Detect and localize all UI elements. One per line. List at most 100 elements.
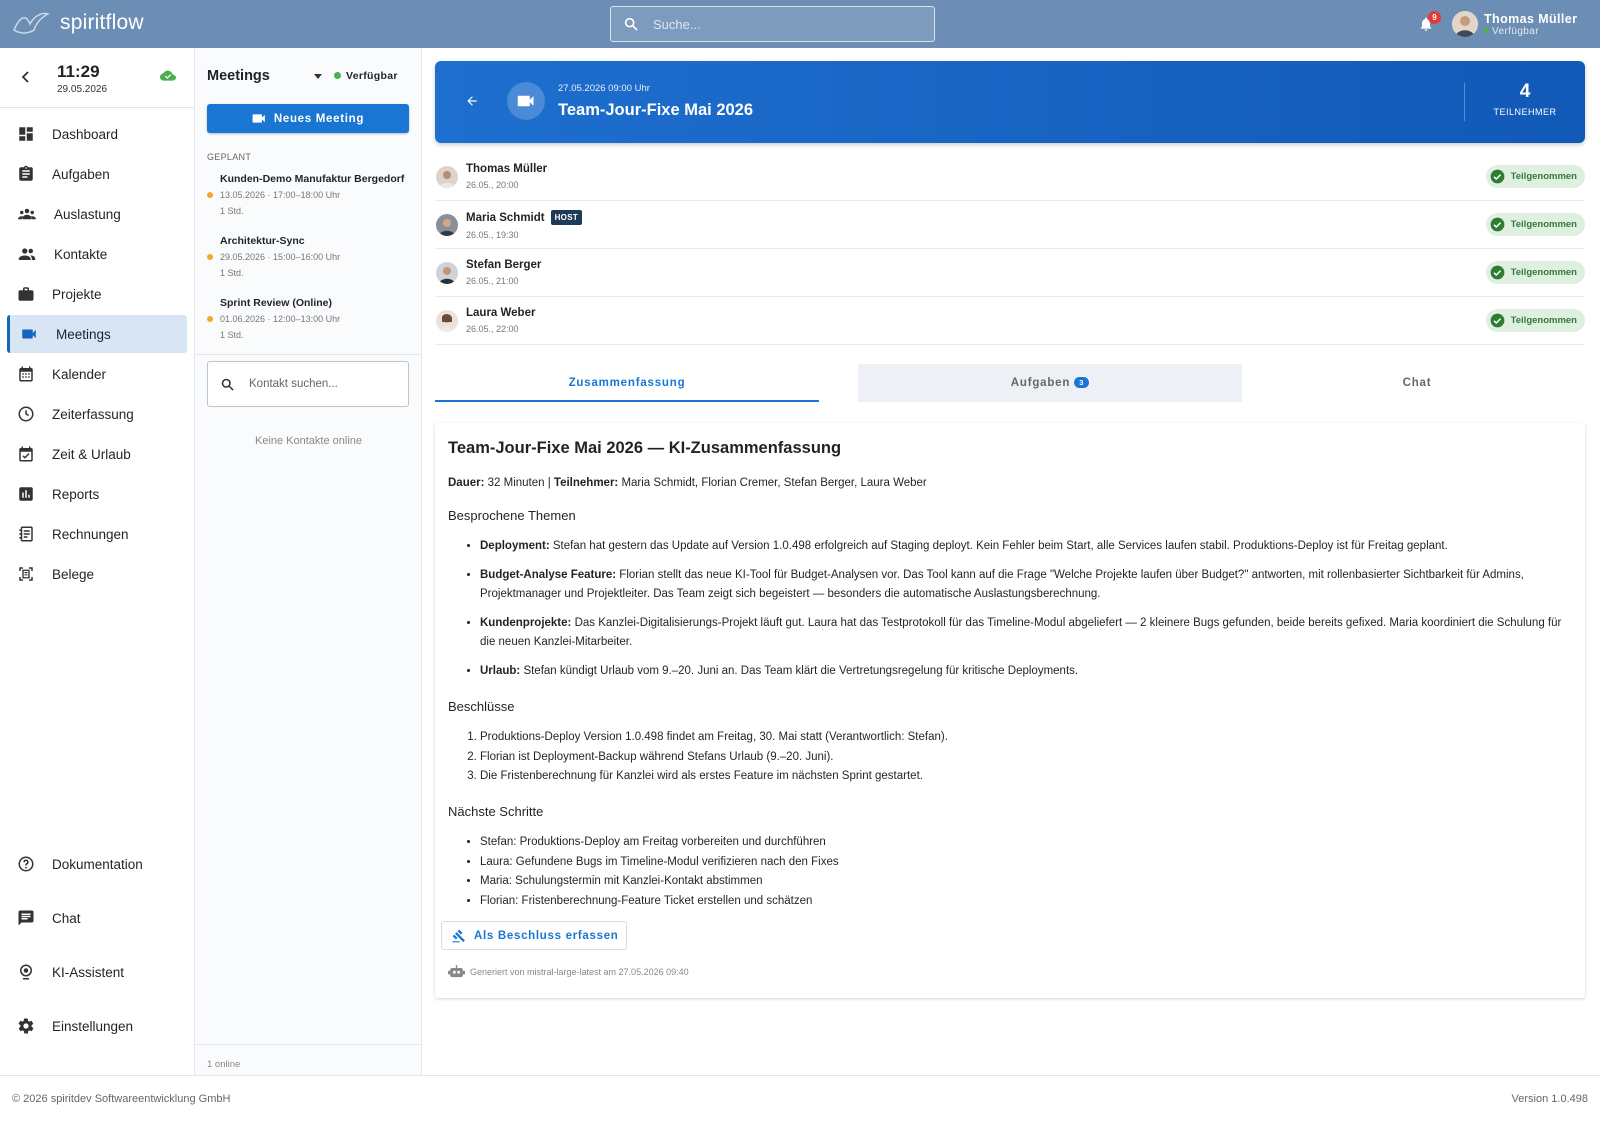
sidebar-item-label: Projekte	[52, 286, 102, 302]
availability-status[interactable]: Verfügbar	[334, 70, 398, 82]
sidebar-item-rechnungen[interactable]: Rechnungen	[7, 515, 187, 553]
list-item: Produktions-Deploy Version 1.0.498 finde…	[480, 728, 1570, 748]
meeting-title: Sprint Review (Online)	[220, 297, 333, 309]
sidebar-item-projekte[interactable]: Projekte	[7, 275, 187, 313]
calendar-check-icon	[19, 446, 33, 462]
sidebar-item-label: Dashboard	[52, 126, 119, 142]
tab-aufgaben[interactable]: Aufgaben 3	[858, 364, 1242, 402]
sidebar-item-chat[interactable]: Chat	[7, 899, 187, 937]
sidebar-item-kalender[interactable]: Kalender	[7, 355, 187, 393]
attendance-status-chip[interactable]: Teilgenommen	[1485, 165, 1585, 188]
collapse-sidebar-icon[interactable]	[20, 70, 32, 84]
check-circle-icon	[1490, 169, 1505, 184]
sidebar-item-auslastung[interactable]: Auslastung	[7, 195, 187, 233]
meeting-list-item[interactable]: Architektur-Sync 29.05.2026 · 15:00–16:0…	[207, 235, 407, 278]
topic-label: Kundenprojekte:	[480, 616, 572, 629]
participant-row: Laura Weber 26.05., 22:00 Teilgenommen	[435, 297, 1585, 345]
sidebar-item-label: Dokumentation	[52, 856, 143, 872]
participant-name: Stefan Berger	[466, 259, 542, 271]
video-camera-icon	[517, 95, 534, 107]
capture-decision-button[interactable]: Als Beschluss erfassen	[441, 921, 627, 950]
sidebar-item-belege[interactable]: Belege	[7, 555, 187, 593]
list-item: Die Fristenberechnung für Kanzlei wird a…	[480, 767, 1570, 787]
clipboard-icon	[19, 165, 33, 181]
search-input[interactable]	[653, 16, 903, 32]
meeting-detail: 27.05.2026 09:00 Uhr Team-Jour-Fixe Mai …	[422, 48, 1600, 1075]
check-circle-icon	[1490, 313, 1505, 328]
sidebar-item-aufgaben[interactable]: Aufgaben	[7, 155, 187, 193]
sidebar: 11:29 29.05.2026 Dashboard Aufgaben Ausl…	[0, 48, 195, 1075]
chevron-down-icon[interactable]	[314, 74, 322, 79]
participant-row: Thomas Müller 26.05., 20:00 Teilgenommen	[435, 153, 1585, 201]
notifications-button[interactable]: 9	[1418, 11, 1441, 33]
topic-text: Stefan kündigt Urlaub vom 9.–20. Juni an…	[520, 664, 1079, 677]
participant-time: 26.05., 19:30	[466, 229, 519, 240]
meta-label: Dauer:	[448, 477, 485, 489]
attendance-status-chip[interactable]: Teilgenommen	[1485, 213, 1585, 236]
list-item: Kundenprojekte: Das Kanzlei-Digitalisier…	[480, 614, 1570, 653]
help-icon	[18, 856, 34, 872]
sidebar-item-kontakte[interactable]: Kontakte	[7, 235, 187, 273]
topic-label: Urlaub:	[480, 664, 521, 677]
tab-label: Aufgaben	[1010, 377, 1071, 389]
topic-text: Florian stellt das neue KI-Tool für Budg…	[480, 568, 1524, 601]
sidebar-item-einstellungen[interactable]: Einstellungen	[7, 1007, 187, 1045]
cloud-sync-icon	[160, 70, 176, 81]
contact-search-input[interactable]	[249, 378, 399, 390]
meeting-list-item[interactable]: Kunden-Demo Manufaktur Bergedorf 13.05.2…	[207, 173, 407, 216]
new-meeting-button[interactable]: Neues Meeting	[207, 104, 409, 133]
sidebar-item-zeit-urlaub[interactable]: Zeit & Urlaub	[7, 435, 187, 473]
participant-time: 26.05., 20:00	[466, 180, 519, 190]
meeting-avatar	[507, 82, 545, 120]
tab-chat[interactable]: Chat	[1225, 364, 1600, 402]
section-label-geplant: GEPLANT	[207, 152, 252, 162]
gavel-icon	[452, 929, 465, 942]
tab-label: Chat	[1402, 377, 1432, 389]
receipt-scan-icon	[19, 567, 33, 581]
user-avatar-icon	[1452, 11, 1478, 37]
user-menu[interactable]: Thomas Müller Verfügbar	[1452, 11, 1577, 37]
empty-contacts-message: Keine Kontakte online	[254, 435, 363, 447]
sidebar-item-ki-assistent[interactable]: KI-Assistent	[7, 953, 187, 991]
calendar-icon	[19, 366, 33, 382]
capture-decision-label: Als Beschluss erfassen	[474, 929, 619, 942]
arrow-left-icon[interactable]	[465, 94, 479, 108]
list-item: Urlaub: Stefan kündigt Urlaub vom 9.–20.…	[480, 662, 1570, 682]
list-item: Budget-Analyse Feature: Florian stellt d…	[480, 566, 1570, 605]
sidebar-item-reports[interactable]: Reports	[7, 475, 187, 513]
logo[interactable]: spiritflow	[12, 10, 144, 36]
sidebar-item-zeiterfassung[interactable]: Zeiterfassung	[7, 395, 187, 433]
participant-name: Laura Weber	[466, 307, 536, 319]
list-item: Stefan: Produktions-Deploy am Freitag vo…	[480, 833, 1570, 853]
avatar	[436, 213, 458, 236]
sidebar-item-dashboard[interactable]: Dashboard	[7, 115, 187, 153]
meeting-title: Architektur-Sync	[220, 235, 305, 247]
summary-card: Team-Jour-Fixe Mai 2026 — KI-Zusammenfas…	[435, 423, 1585, 998]
attendance-status-chip[interactable]: Teilgenommen	[1485, 309, 1585, 332]
sidebar-item-dokumentation[interactable]: Dokumentation	[7, 845, 187, 883]
attendance-status-label: Teilgenommen	[1510, 267, 1577, 278]
copyright: © 2026 spiritdev Softwareentwicklung Gmb…	[12, 1093, 231, 1105]
bird-logo-icon	[13, 12, 50, 34]
participant-row: Stefan Berger 26.05., 21:00 Teilgenommen	[435, 249, 1585, 297]
attendance-status-chip[interactable]: Teilgenommen	[1485, 261, 1585, 284]
participant-name: Thomas Müller	[466, 163, 548, 175]
sidebar-item-meetings[interactable]: Meetings	[7, 315, 187, 353]
generated-text: Generiert von mistral-large-latest am 27…	[470, 966, 689, 977]
meeting-list-item[interactable]: Sprint Review (Online) 01.06.2026 · 12:0…	[207, 297, 407, 340]
avatar	[1452, 11, 1478, 37]
summary-meta: Dauer: 32 Minuten | Teilnehmer: Maria Sc…	[448, 477, 927, 489]
contact-search[interactable]	[207, 361, 409, 407]
chat-icon	[18, 910, 34, 926]
tab-zusammenfassung[interactable]: Zusammenfassung	[435, 364, 819, 402]
participant-time: 26.05., 21:00	[466, 276, 519, 286]
user-name: Thomas Müller	[1484, 11, 1578, 26]
brand-name: spiritflow	[60, 11, 144, 34]
new-meeting-label: Neues Meeting	[273, 112, 365, 125]
meeting-duration: 1 Std.	[220, 206, 244, 216]
attendance-status-label: Teilgenommen	[1510, 219, 1577, 230]
clock-time: 11:29	[57, 62, 100, 81]
participant-time: 26.05., 22:00	[466, 324, 519, 334]
participant-name-text: Maria Schmidt	[466, 211, 545, 224]
global-search[interactable]	[610, 6, 935, 42]
